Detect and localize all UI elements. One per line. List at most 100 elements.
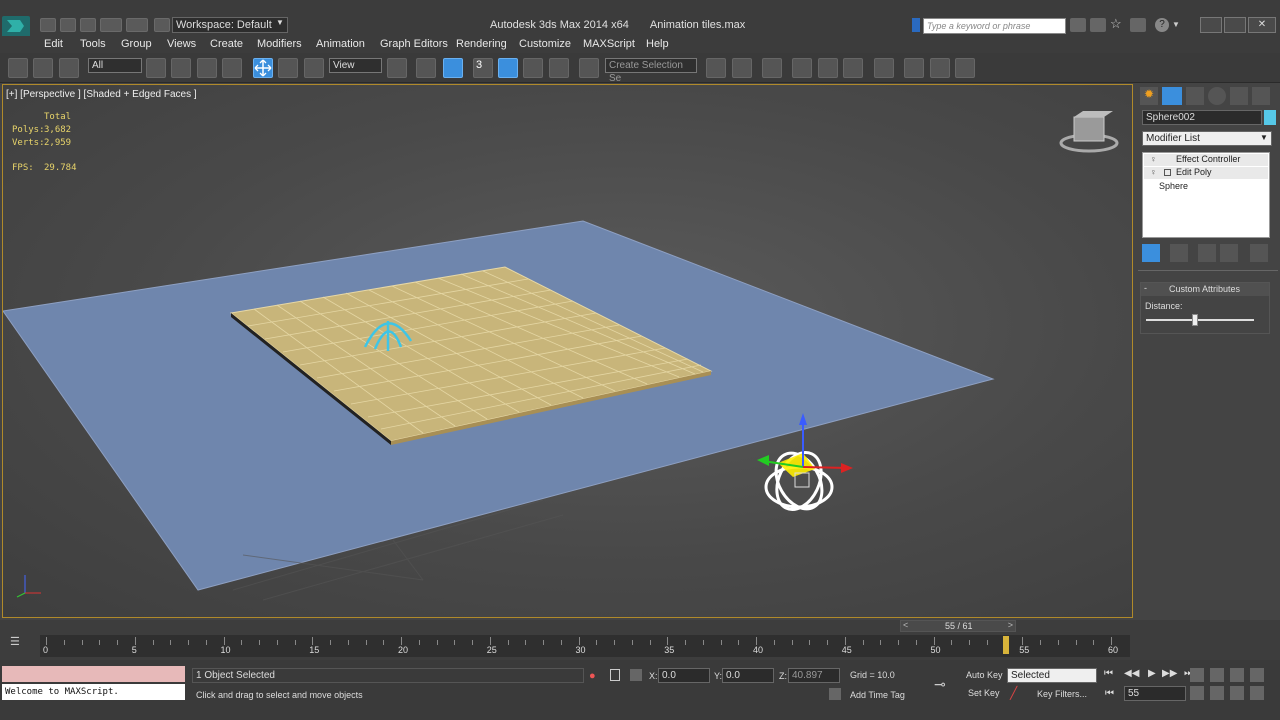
- next-frame-icon[interactable]: ▶▶: [1162, 668, 1177, 679]
- z-coordinate-field[interactable]: 40.897: [788, 668, 840, 683]
- set-key-button[interactable]: Set Key: [968, 688, 1000, 698]
- light-bulb-icon[interactable]: ♀: [1150, 167, 1157, 177]
- track-bar-toggle-icon[interactable]: ☰: [10, 635, 24, 649]
- spinner-snap-icon[interactable]: [549, 58, 569, 78]
- minimize-icon[interactable]: [1200, 17, 1222, 33]
- menu-graph-editors[interactable]: Graph Editors: [380, 38, 448, 50]
- pivot-center-icon[interactable]: [387, 58, 407, 78]
- bind-space-warp-icon[interactable]: [59, 58, 79, 78]
- stack-item-edit-poly[interactable]: ♀ Edit Poly: [1144, 167, 1268, 179]
- time-slider[interactable]: < 55 / 61 >: [900, 620, 1016, 632]
- light-bulb-icon[interactable]: ♀: [1150, 154, 1157, 164]
- previous-frame-icon[interactable]: ◀◀: [1124, 668, 1139, 679]
- select-and-rotate-icon[interactable]: [278, 58, 298, 78]
- angle-snap-icon[interactable]: [498, 58, 518, 78]
- search-input[interactable]: Type a keyword or phrase: [923, 18, 1066, 34]
- time-tag-icon[interactable]: [829, 688, 841, 700]
- key-mode-select[interactable]: Selected: [1007, 668, 1097, 683]
- menu-rendering[interactable]: Rendering: [456, 38, 507, 50]
- layer-manager-icon[interactable]: [792, 58, 812, 78]
- current-frame-field[interactable]: 55: [1124, 686, 1186, 701]
- remove-modifier-icon[interactable]: [1220, 244, 1238, 262]
- tools-icon[interactable]: [1130, 18, 1146, 32]
- hierarchy-tab-icon[interactable]: [1186, 87, 1204, 105]
- pan-view-icon[interactable]: [1210, 686, 1224, 700]
- menu-animation[interactable]: Animation: [316, 38, 365, 50]
- stack-item-effect-controller[interactable]: ♀ Effect Controller: [1144, 154, 1268, 166]
- maxscript-output[interactable]: Welcome to MAXScript.: [2, 684, 185, 700]
- menu-help[interactable]: Help: [646, 38, 669, 50]
- mirror-icon[interactable]: [706, 58, 726, 78]
- open-file-icon[interactable]: [60, 18, 76, 32]
- zoom-all-icon[interactable]: [1210, 668, 1224, 682]
- rollout-header[interactable]: - Custom Attributes: [1141, 283, 1269, 296]
- next-frame-icon[interactable]: >: [1008, 620, 1013, 630]
- configure-modifier-sets-icon[interactable]: [1250, 244, 1268, 262]
- search-options-icon[interactable]: [912, 18, 920, 32]
- object-color-swatch[interactable]: [1264, 110, 1276, 125]
- edit-named-selection-icon[interactable]: [579, 58, 599, 78]
- modify-tab-icon[interactable]: [1162, 87, 1182, 105]
- isolate-selection-icon[interactable]: ●: [589, 670, 596, 682]
- stack-item-sphere[interactable]: Sphere: [1159, 181, 1188, 191]
- viewport-label[interactable]: [+] [Perspective ] [Shaded + Edged Faces…: [6, 89, 197, 100]
- select-and-move-icon[interactable]: [253, 58, 273, 78]
- new-file-icon[interactable]: [40, 18, 56, 32]
- zoom-extents-all-icon[interactable]: [1250, 668, 1264, 682]
- menu-maxscript[interactable]: MAXScript: [583, 38, 635, 50]
- current-frame-marker[interactable]: [1003, 636, 1010, 654]
- unlink-icon[interactable]: [33, 58, 53, 78]
- rendered-frame-window-icon[interactable]: [930, 58, 950, 78]
- x-coordinate-field[interactable]: 0.0: [658, 668, 710, 683]
- motion-tab-icon[interactable]: [1208, 87, 1226, 105]
- collapse-icon[interactable]: -: [1144, 283, 1147, 293]
- save-file-icon[interactable]: [80, 18, 96, 32]
- material-editor-icon[interactable]: [874, 58, 894, 78]
- menu-create[interactable]: Create: [210, 38, 243, 50]
- schematic-view-icon[interactable]: [843, 58, 863, 78]
- select-and-scale-icon[interactable]: [304, 58, 324, 78]
- binoculars-icon[interactable]: [1070, 18, 1086, 32]
- select-by-name-icon[interactable]: [171, 58, 191, 78]
- render-setup-icon[interactable]: [904, 58, 924, 78]
- menu-customize[interactable]: Customize: [519, 38, 571, 50]
- show-end-result-icon[interactable]: [1170, 244, 1188, 262]
- percent-snap-icon[interactable]: [523, 58, 543, 78]
- workspace-dropdown-icon[interactable]: ▼: [276, 18, 287, 32]
- help-dropdown-icon[interactable]: ▼: [1172, 20, 1180, 29]
- distance-slider-thumb[interactable]: [1191, 314, 1198, 326]
- add-time-tag-button[interactable]: Add Time Tag: [850, 690, 905, 700]
- window-crossing-icon[interactable]: [222, 58, 242, 78]
- snaps-toggle-icon[interactable]: 3: [473, 58, 493, 78]
- menu-views[interactable]: Views: [167, 38, 196, 50]
- create-tab-icon[interactable]: ✹: [1140, 87, 1158, 105]
- orbit-icon[interactable]: [1230, 686, 1244, 700]
- named-selection-set-select[interactable]: Create Selection Se: [605, 58, 697, 84]
- selection-filter-select[interactable]: All: [88, 58, 142, 73]
- object-name-field[interactable]: Sphere002: [1142, 110, 1262, 125]
- lock-selection-icon[interactable]: [610, 669, 620, 681]
- communication-center-icon[interactable]: [1090, 18, 1106, 32]
- curve-editor-icon[interactable]: [818, 58, 838, 78]
- render-production-icon[interactable]: [955, 58, 975, 78]
- field-of-view-icon[interactable]: [1190, 686, 1204, 700]
- workspace-select[interactable]: Workspace: Default: [172, 17, 288, 33]
- menu-modifiers[interactable]: Modifiers: [257, 38, 302, 50]
- keyboard-shortcut-override-icon[interactable]: [443, 58, 463, 78]
- rectangular-selection-icon[interactable]: [197, 58, 217, 78]
- select-object-icon[interactable]: [146, 58, 166, 78]
- expand-plus-icon[interactable]: [1164, 169, 1171, 176]
- absolute-mode-icon[interactable]: [630, 669, 642, 681]
- restore-icon[interactable]: [1224, 17, 1246, 33]
- key-icon[interactable]: ⊸: [934, 676, 956, 692]
- y-coordinate-field[interactable]: 0.0: [722, 668, 774, 683]
- pin-stack-icon[interactable]: [1142, 244, 1160, 262]
- favorites-star-icon[interactable]: ☆: [1110, 16, 1126, 32]
- distance-slider-track[interactable]: [1146, 319, 1254, 321]
- redo-icon[interactable]: [126, 18, 148, 32]
- go-to-start-icon[interactable]: ⏮: [1104, 668, 1113, 679]
- maximize-viewport-icon[interactable]: [1250, 686, 1264, 700]
- track-bar[interactable]: 0 5 10 15 20 25 30 35 40 45 50 55 60: [40, 635, 1130, 657]
- zoom-icon[interactable]: [1190, 668, 1204, 682]
- reference-coordinate-select[interactable]: View: [329, 58, 382, 73]
